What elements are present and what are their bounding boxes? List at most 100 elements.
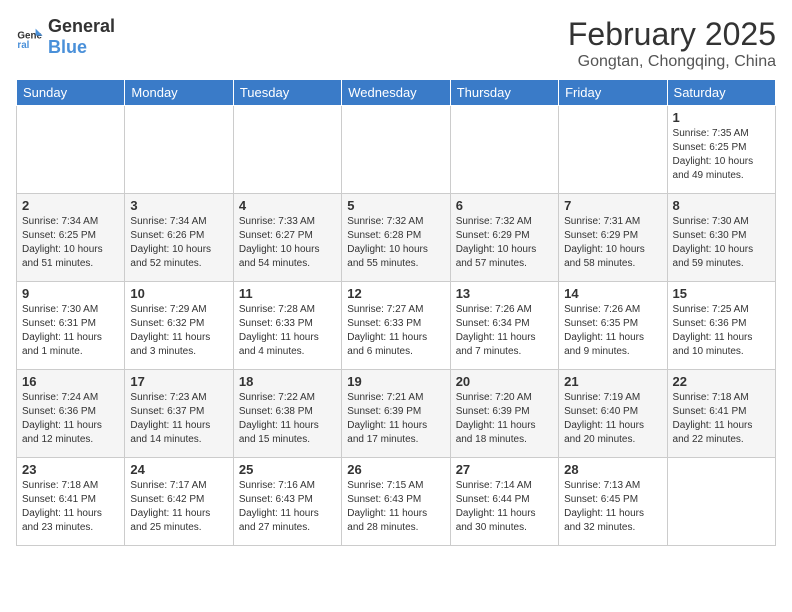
day-number: 3: [130, 198, 227, 213]
day-number: 2: [22, 198, 119, 213]
day-number: 13: [456, 286, 553, 301]
day-number: 24: [130, 462, 227, 477]
day-number: 12: [347, 286, 444, 301]
day-number: 5: [347, 198, 444, 213]
day-info: Sunrise: 7:18 AM Sunset: 6:41 PM Dayligh…: [673, 391, 770, 447]
calendar-cell: 1 Sunrise: 7:35 AM Sunset: 6:25 PM Daylig…: [667, 106, 775, 194]
day-info: Sunrise: 7:16 AM Sunset: 6:43 PM Dayligh…: [239, 479, 336, 535]
weekday-header-row: SundayMondayTuesdayWednesdayThursdayFrid…: [17, 80, 776, 106]
weekday-header-wednesday: Wednesday: [342, 80, 450, 106]
month-title: February 2025: [568, 16, 776, 53]
calendar-cell: 23 Sunrise: 7:18 AM Sunset: 6:41 PM Dayli…: [17, 458, 125, 546]
calendar-cell: 16 Sunrise: 7:24 AM Sunset: 6:36 PM Dayli…: [17, 370, 125, 458]
weekday-header-saturday: Saturday: [667, 80, 775, 106]
weekday-header-monday: Monday: [125, 80, 233, 106]
calendar-cell: 15 Sunrise: 7:25 AM Sunset: 6:36 PM Dayli…: [667, 282, 775, 370]
day-number: 23: [22, 462, 119, 477]
day-info: Sunrise: 7:15 AM Sunset: 6:43 PM Dayligh…: [347, 479, 444, 535]
day-info: Sunrise: 7:21 AM Sunset: 6:39 PM Dayligh…: [347, 391, 444, 447]
calendar-cell: [17, 106, 125, 194]
weekday-header-thursday: Thursday: [450, 80, 558, 106]
calendar-cell: 13Sunrise: 7:26 AM Sunset: 6:34 PM Dayli…: [450, 282, 558, 370]
day-info: Sunrise: 7:32 AM Sunset: 6:28 PM Dayligh…: [347, 215, 444, 271]
calendar-cell: [125, 106, 233, 194]
title-section: February 2025 Gongtan, Chongqing, China: [568, 16, 776, 71]
day-number: 14: [564, 286, 661, 301]
calendar-cell: 14Sunrise: 7:26 AM Sunset: 6:35 PM Dayli…: [559, 282, 667, 370]
day-number: 17: [130, 374, 227, 389]
day-info: Sunrise: 7:28 AM Sunset: 6:33 PM Dayligh…: [239, 303, 336, 359]
calendar-cell: 26 Sunrise: 7:15 AM Sunset: 6:43 PM Dayli…: [342, 458, 450, 546]
day-info: Sunrise: 7:20 AM Sunset: 6:39 PM Dayligh…: [456, 391, 553, 447]
day-info: Sunrise: 7:34 AM Sunset: 6:26 PM Dayligh…: [130, 215, 227, 271]
location-title: Gongtan, Chongqing, China: [568, 53, 776, 71]
calendar-cell: 4 Sunrise: 7:33 AM Sunset: 6:27 PM Daylig…: [233, 194, 341, 282]
calendar-cell: [342, 106, 450, 194]
day-info: Sunrise: 7:19 AM Sunset: 6:40 PM Dayligh…: [564, 391, 661, 447]
day-number: 19: [347, 374, 444, 389]
week-row-3: 16 Sunrise: 7:24 AM Sunset: 6:36 PM Dayli…: [17, 370, 776, 458]
day-number: 25: [239, 462, 336, 477]
day-info: Sunrise: 7:18 AM Sunset: 6:41 PM Dayligh…: [22, 479, 119, 535]
day-info: Sunrise: 7:30 AM Sunset: 6:31 PM Dayligh…: [22, 303, 119, 359]
day-info: Sunrise: 7:25 AM Sunset: 6:36 PM Dayligh…: [673, 303, 770, 359]
day-info: Sunrise: 7:30 AM Sunset: 6:30 PM Dayligh…: [673, 215, 770, 271]
calendar-cell: 28 Sunrise: 7:13 AM Sunset: 6:45 PM Dayli…: [559, 458, 667, 546]
calendar-cell: 11 Sunrise: 7:28 AM Sunset: 6:33 PM Dayli…: [233, 282, 341, 370]
calendar-cell: 6 Sunrise: 7:32 AM Sunset: 6:29 PM Daylig…: [450, 194, 558, 282]
weekday-header-sunday: Sunday: [17, 80, 125, 106]
calendar-cell: 27 Sunrise: 7:14 AM Sunset: 6:44 PM Dayli…: [450, 458, 558, 546]
calendar-cell: 8 Sunrise: 7:30 AM Sunset: 6:30 PM Daylig…: [667, 194, 775, 282]
day-info: Sunrise: 7:35 AM Sunset: 6:25 PM Dayligh…: [673, 127, 770, 183]
weekday-header-tuesday: Tuesday: [233, 80, 341, 106]
day-number: 18: [239, 374, 336, 389]
day-info: Sunrise: 7:31 AM Sunset: 6:29 PM Dayligh…: [564, 215, 661, 271]
calendar-cell: 5 Sunrise: 7:32 AM Sunset: 6:28 PM Daylig…: [342, 194, 450, 282]
day-number: 28: [564, 462, 661, 477]
day-number: 15: [673, 286, 770, 301]
day-info: Sunrise: 7:14 AM Sunset: 6:44 PM Dayligh…: [456, 479, 553, 535]
day-info: Sunrise: 7:13 AM Sunset: 6:45 PM Dayligh…: [564, 479, 661, 535]
day-number: 11: [239, 286, 336, 301]
day-number: 7: [564, 198, 661, 213]
calendar-cell: [233, 106, 341, 194]
calendar-cell: 20 Sunrise: 7:20 AM Sunset: 6:39 PM Dayli…: [450, 370, 558, 458]
calendar-table: SundayMondayTuesdayWednesdayThursdayFrid…: [16, 79, 776, 546]
day-number: 1: [673, 110, 770, 125]
calendar-cell: 12Sunrise: 7:27 AM Sunset: 6:33 PM Dayli…: [342, 282, 450, 370]
day-info: Sunrise: 7:24 AM Sunset: 6:36 PM Dayligh…: [22, 391, 119, 447]
calendar-cell: [450, 106, 558, 194]
day-info: Sunrise: 7:23 AM Sunset: 6:37 PM Dayligh…: [130, 391, 227, 447]
calendar-cell: 24 Sunrise: 7:17 AM Sunset: 6:42 PM Dayli…: [125, 458, 233, 546]
day-info: Sunrise: 7:33 AM Sunset: 6:27 PM Dayligh…: [239, 215, 336, 271]
calendar-cell: 21 Sunrise: 7:19 AM Sunset: 6:40 PM Dayli…: [559, 370, 667, 458]
svg-text:ral: ral: [17, 40, 29, 51]
calendar-cell: [559, 106, 667, 194]
day-number: 6: [456, 198, 553, 213]
day-number: 27: [456, 462, 553, 477]
logo-icon: Gene ral: [16, 23, 44, 51]
day-number: 26: [347, 462, 444, 477]
logo: Gene ral General Blue: [16, 16, 115, 58]
week-row-0: 1 Sunrise: 7:35 AM Sunset: 6:25 PM Daylig…: [17, 106, 776, 194]
week-row-4: 23 Sunrise: 7:18 AM Sunset: 6:41 PM Dayli…: [17, 458, 776, 546]
calendar-cell: 7 Sunrise: 7:31 AM Sunset: 6:29 PM Daylig…: [559, 194, 667, 282]
calendar-cell: 17 Sunrise: 7:23 AM Sunset: 6:37 PM Dayli…: [125, 370, 233, 458]
calendar-cell: 18 Sunrise: 7:22 AM Sunset: 6:38 PM Dayli…: [233, 370, 341, 458]
day-info: Sunrise: 7:29 AM Sunset: 6:32 PM Dayligh…: [130, 303, 227, 359]
header: Gene ral General Blue February 2025 Gong…: [16, 16, 776, 71]
day-number: 16: [22, 374, 119, 389]
day-info: Sunrise: 7:17 AM Sunset: 6:42 PM Dayligh…: [130, 479, 227, 535]
day-info: Sunrise: 7:34 AM Sunset: 6:25 PM Dayligh…: [22, 215, 119, 271]
day-number: 8: [673, 198, 770, 213]
calendar-cell: 3 Sunrise: 7:34 AM Sunset: 6:26 PM Daylig…: [125, 194, 233, 282]
day-number: 20: [456, 374, 553, 389]
day-info: Sunrise: 7:22 AM Sunset: 6:38 PM Dayligh…: [239, 391, 336, 447]
day-info: Sunrise: 7:32 AM Sunset: 6:29 PM Dayligh…: [456, 215, 553, 271]
day-number: 21: [564, 374, 661, 389]
day-number: 22: [673, 374, 770, 389]
day-number: 9: [22, 286, 119, 301]
calendar-cell: 22 Sunrise: 7:18 AM Sunset: 6:41 PM Dayli…: [667, 370, 775, 458]
logo-text: General Blue: [48, 16, 115, 58]
day-number: 4: [239, 198, 336, 213]
